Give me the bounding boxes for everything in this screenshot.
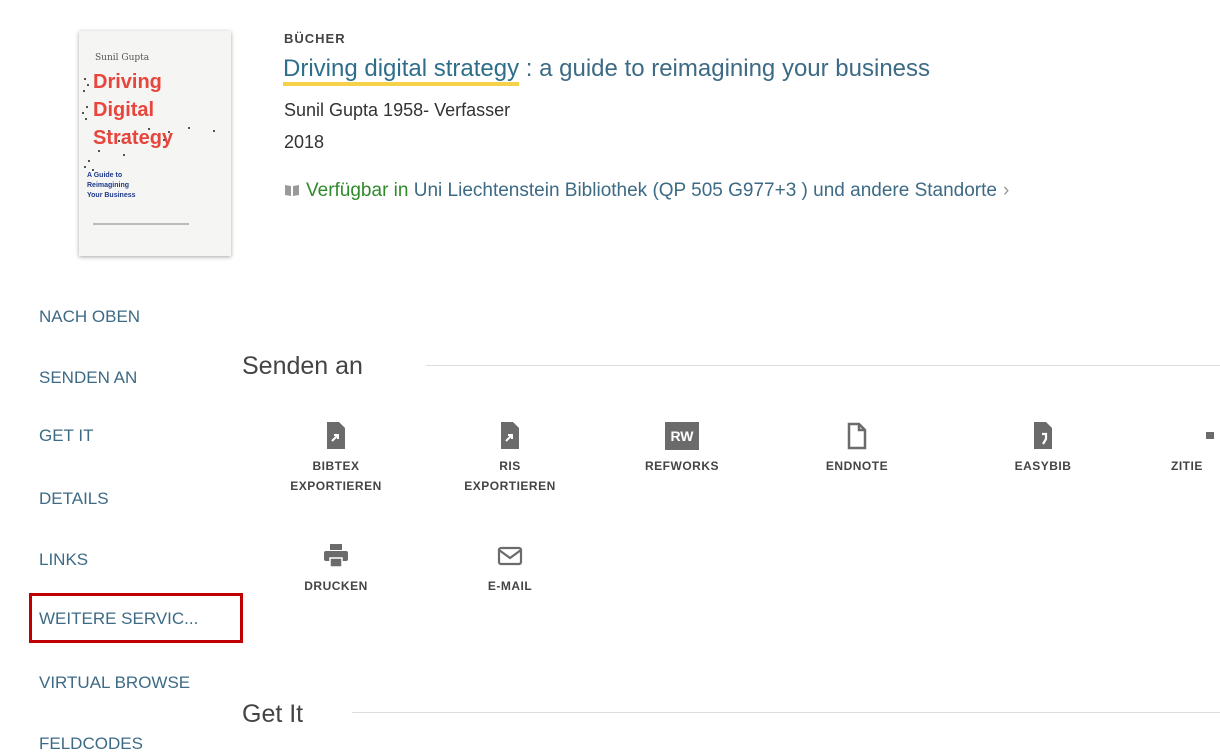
nav-item-senden-an[interactable]: SENDEN AN	[39, 368, 137, 388]
chevron-right-icon[interactable]: ›	[1003, 180, 1009, 201]
printer-icon	[324, 544, 348, 568]
nav-item-virtual-browse[interactable]: VIRTUAL BROWSE	[39, 673, 190, 693]
nav-item-get-it[interactable]: GET IT	[39, 426, 93, 446]
action-label: RIS EXPORTIEREN	[450, 456, 570, 496]
action-refworks[interactable]: RW REFWORKS	[622, 422, 742, 476]
highlight-box	[29, 593, 243, 643]
action-bibtex-export[interactable]: BIBTEX EXPORTIEREN	[276, 422, 396, 496]
endnote-icon	[847, 422, 867, 450]
action-drucken[interactable]: DRUCKEN	[276, 542, 396, 596]
cover-subtitle-line1: A Guide to	[87, 172, 123, 179]
cover-author: Sunil Gupta	[95, 53, 150, 63]
cover-subtitle-line2: Reimagining	[87, 182, 130, 189]
record-year: 2018	[284, 132, 325, 152]
availability-status: Verfügbar in	[306, 180, 409, 201]
section-title-senden-an: Senden an	[242, 352, 363, 380]
record-title[interactable]: Driving digital strategy : a guide to re…	[283, 55, 930, 86]
action-label: EASYBIB	[1014, 459, 1072, 473]
section-divider	[426, 365, 1220, 366]
cover-footer-line	[93, 223, 189, 225]
action-label-line2: EXPORTIEREN	[290, 479, 382, 493]
cover-title-line1: Driving	[93, 71, 162, 93]
action-label: REFWORKS	[645, 459, 719, 473]
open-book-icon	[285, 185, 299, 197]
nav-link-get-it[interactable]: GET IT	[39, 426, 93, 446]
email-icon	[497, 546, 523, 566]
nav-link-feldcodes[interactable]: FELDCODES	[39, 734, 143, 754]
action-easybib[interactable]: EASYBIB	[983, 422, 1103, 476]
availability-location[interactable]: Uni Liechtenstein Bibliothek (QP 505 G97…	[414, 180, 997, 201]
record-title-rest[interactable]: : a guide to reimagining your business	[519, 55, 930, 82]
cover-title-line2: Digital	[93, 99, 155, 121]
action-endnote[interactable]: ENDNOTE	[797, 422, 917, 476]
nav-item-details[interactable]: DETAILS	[39, 489, 109, 509]
cover-subtitle: A Guide to Reimagining Your Business	[87, 171, 136, 201]
action-label: DRUCKEN	[304, 579, 368, 593]
availability-line[interactable]: Verfügbar in Uni Liechtenstein Bibliothe…	[284, 180, 1009, 202]
file-export-icon	[501, 422, 519, 449]
action-label: ENDNOTE	[825, 459, 889, 473]
action-label: E-MAIL	[487, 579, 533, 593]
action-label-line2: EXPORTIEREN	[464, 479, 556, 493]
record-title-main[interactable]: Driving digital strategy	[283, 55, 520, 86]
cover-subtitle-line3: Your Business	[87, 192, 136, 199]
book-cover-image[interactable]: Sunil Gupta Driving Digital Strategy A G…	[79, 31, 231, 256]
quote-icon	[1206, 432, 1214, 439]
record-author: Sunil Gupta 1958- Verfasser	[284, 100, 511, 120]
nav-link-nach-oben[interactable]: NACH OBEN	[39, 307, 140, 327]
action-label: BIBTEX EXPORTIEREN	[276, 456, 396, 496]
section-divider	[352, 712, 1220, 713]
resource-type: BÜCHER	[284, 31, 346, 46]
cover-title-line3: Strategy	[93, 127, 174, 149]
section-title-get-it: Get It	[242, 700, 304, 728]
action-label-line1: RIS	[499, 459, 521, 473]
action-ris-export[interactable]: RIS EXPORTIEREN	[450, 422, 570, 496]
nav-link-details[interactable]: DETAILS	[39, 489, 109, 509]
refworks-icon: RW	[665, 422, 699, 450]
nav-link-senden-an[interactable]: SENDEN AN	[39, 368, 137, 388]
nav-item-nach-oben[interactable]: NACH OBEN	[39, 307, 140, 327]
file-export-icon	[327, 422, 345, 449]
action-zitieren[interactable]: ZITIE	[1146, 422, 1220, 476]
action-label: ZITIE	[1171, 459, 1203, 473]
action-label-line1: BIBTEX	[312, 459, 360, 473]
action-email[interactable]: E-MAIL	[450, 542, 570, 596]
nav-item-feldcodes[interactable]: FELDCODES	[39, 734, 143, 754]
easybib-icon	[1034, 422, 1052, 449]
nav-item-links[interactable]: LINKS	[39, 550, 88, 570]
nav-link-links[interactable]: LINKS	[39, 550, 88, 570]
nav-link-virtual-browse[interactable]: VIRTUAL BROWSE	[39, 673, 190, 693]
